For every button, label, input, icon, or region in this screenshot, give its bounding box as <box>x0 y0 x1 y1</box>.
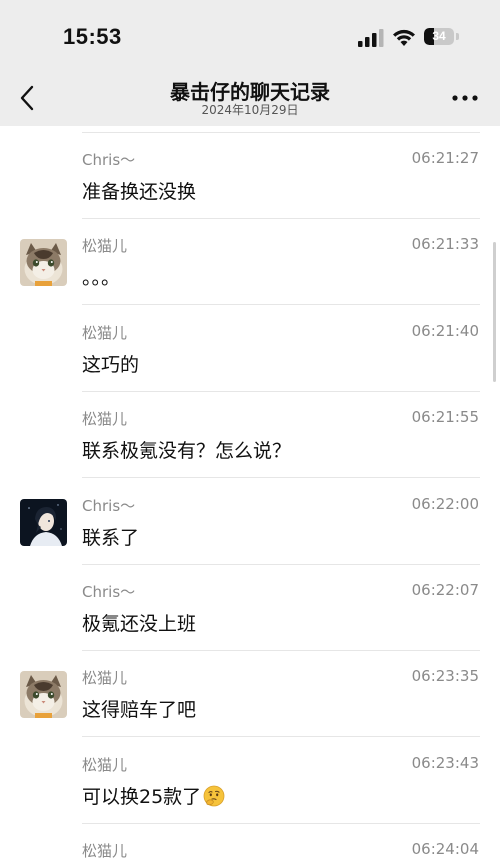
chat-message[interactable]: Chris～ 06:22:07 极氪还没上班 <box>0 565 500 651</box>
status-time: 15:53 <box>63 24 122 49</box>
message-sender: 松猫儿 <box>82 669 128 688</box>
scrollbar[interactable] <box>493 242 496 382</box>
message-text-value: 这巧的 <box>82 353 140 376</box>
message-sender: 松猫儿 <box>82 755 128 774</box>
message-text: 极氪还没上班 <box>82 609 196 636</box>
message-timestamp: 06:21:33 <box>411 235 479 254</box>
message-text-value: 可以换25款了 <box>82 785 202 808</box>
chat-message[interactable]: 松猫儿 06:23:35 这得赔车了吧 <box>0 651 500 738</box>
message-sender: 松猫儿 <box>82 237 128 256</box>
chat-message[interactable]: Chris～ 06:22:00 联系了 <box>0 479 500 565</box>
message-text: 这得赔车了吧 <box>82 695 196 722</box>
chat-message[interactable]: 松猫儿 06:21:33 。。。 <box>0 219 500 306</box>
wifi-icon <box>393 29 415 46</box>
message-text-value: 这得赔车了吧 <box>82 699 197 722</box>
nav-bar: 暴击仔的聊天记录 2024年10月29日 <box>0 70 500 126</box>
message-text-value: 极氪还没上班 <box>82 613 197 635</box>
message-text: 准备换还没换 <box>82 177 196 204</box>
message-timestamp: 06:22:00 <box>411 494 479 513</box>
message-sender: 松猫儿 <box>82 842 128 861</box>
chat-message[interactable]: 松猫儿 06:24:04 <box>0 824 500 867</box>
status-bar: 15:53 34 <box>0 0 500 70</box>
message-timestamp: 06:22:07 <box>411 581 479 599</box>
message-timestamp: 06:24:04 <box>411 840 479 859</box>
page-subtitle-date: 2024年10月29日 <box>201 103 299 117</box>
message-timestamp: 06:21:55 <box>411 408 479 427</box>
message-sender: 松猫儿 <box>82 410 128 429</box>
thinking-face-icon <box>203 785 225 807</box>
battery-indicator: 34 <box>424 28 454 45</box>
message-text: 联系极氪没有？怎么说？ <box>82 436 291 463</box>
message-text-value: 准备换还没换 <box>82 181 197 203</box>
chat-message[interactable]: 松猫儿 06:21:55 联系极氪没有？怎么说？ <box>0 392 500 479</box>
battery-percent: 34 <box>432 29 446 43</box>
anime-avatar[interactable] <box>20 498 67 546</box>
message-timestamp: 06:21:40 <box>411 321 479 340</box>
message-sender: Chris～ <box>82 496 136 515</box>
cellular-signal-icon <box>358 29 384 47</box>
message-sender: Chris～ <box>82 583 136 601</box>
chat-message[interactable]: 松猫儿 06:23:43 可以换25款了 <box>0 738 500 824</box>
cat-avatar[interactable] <box>20 671 67 719</box>
message-text: 。。。 <box>82 263 120 290</box>
message-text-value: 联系极氪没有？怎么说？ <box>82 440 292 463</box>
message-text: 联系了 <box>82 523 139 550</box>
message-timestamp: 06:21:27 <box>411 149 479 167</box>
message-text-value: 。。。 <box>82 267 121 290</box>
chat-message[interactable]: Chris～ 06:21:27 准备换还没换 <box>0 133 500 219</box>
message-text-value: 联系了 <box>82 526 140 549</box>
message-sender: Chris～ <box>82 151 136 169</box>
chat-message[interactable]: 松猫儿 06:21:40 这巧的 <box>0 306 500 392</box>
chat-record-list[interactable]: Chris～ 06:21:27 准备换还没换 松猫儿 06:21:33。。。 松猫儿 06… <box>0 126 500 867</box>
message-timestamp: 06:23:35 <box>411 667 479 686</box>
more-options-icon[interactable] <box>450 92 480 104</box>
battery-cap <box>456 33 459 40</box>
message-text: 可以换25款了 <box>82 782 225 809</box>
message-text: 这巧的 <box>82 350 139 377</box>
cat-avatar[interactable] <box>20 239 67 287</box>
message-sender: 松猫儿 <box>82 323 128 342</box>
message-timestamp: 06:23:43 <box>411 753 479 772</box>
